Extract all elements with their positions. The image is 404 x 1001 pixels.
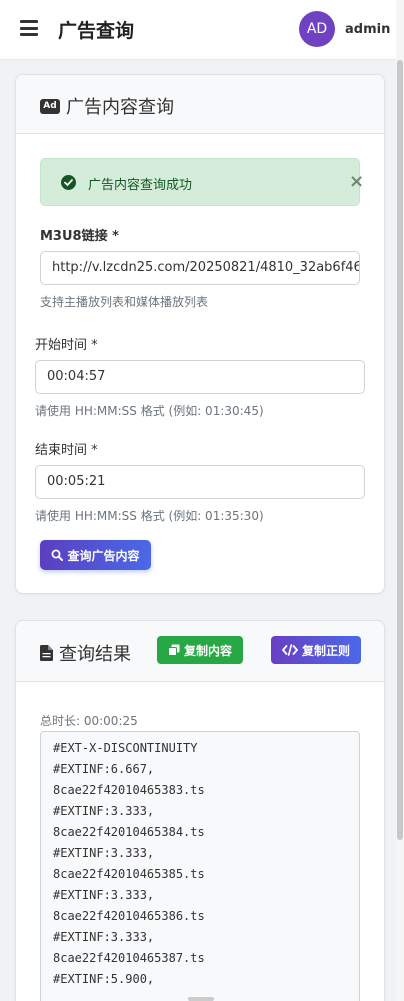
end-time-label: 结束时间 * — [35, 443, 98, 458]
start-time-hint: 请使用 HH:MM:SS 格式 (例如: 01:30:45) — [35, 404, 264, 418]
m3u8-label: M3U8链接 * — [40, 229, 119, 244]
total-duration: 总时长: 00:00:25 — [40, 714, 138, 728]
code-line: 8cae22f42010465387.ts — [53, 951, 205, 965]
result-code-box[interactable]: #EXT-X-DISCONTINUITY #EXTINF:6.667, 8cae… — [40, 731, 360, 1001]
start-time-label: 开始时间 * — [35, 338, 98, 353]
code-line: #EXTINF:3.333, — [53, 930, 155, 944]
copy-content-label: 复制内容 — [183, 643, 232, 658]
ad-icon: Ad — [40, 98, 60, 114]
code-line: #EXTINF:5.900, — [53, 972, 155, 986]
query-ad-button-label: 查询广告内容 — [67, 548, 140, 563]
top-bar: 广告查询 AD admin — [0, 0, 396, 60]
success-alert: 广告内容查询成功 × — [40, 158, 364, 206]
file-icon — [40, 645, 53, 661]
start-time-input[interactable]: 00:04:57 — [35, 360, 365, 394]
code-line: #EXTINF:6.667, — [53, 762, 155, 776]
alert-message: 广告内容查询成功 — [88, 178, 193, 193]
code-line: 8cae22f42010465384.ts — [53, 825, 205, 839]
code-line: #EXT-X-DISCONTINUITY — [53, 741, 198, 755]
m3u8-input[interactable]: http://v.lzcdn25.com/20250821/4810_32ab6… — [40, 251, 360, 285]
code-line: 8cae22f42010465386.ts — [53, 909, 205, 923]
code-line: #EXTINF:3.333, — [53, 888, 155, 902]
query-ad-button[interactable]: 查询广告内容 — [40, 540, 151, 570]
query-card-header: Ad 广告内容查询 — [16, 75, 384, 134]
avatar[interactable]: AD — [299, 11, 335, 47]
end-time-input[interactable]: 00:05:21 — [35, 465, 365, 499]
copy-regex-button[interactable]: 复制正则 — [271, 636, 361, 664]
result-card: 查询结果 复制内容 复制正则 总时长: 00:00:25 #EXT-X-DISC… — [15, 620, 385, 1001]
check-circle-icon — [61, 175, 76, 190]
result-card-header: 查询结果 复制内容 复制正则 — [16, 621, 384, 682]
username[interactable]: admin — [345, 22, 390, 37]
close-icon[interactable]: × — [349, 171, 364, 192]
copy-content-button[interactable]: 复制内容 — [157, 636, 243, 664]
query-card: Ad 广告内容查询 广告内容查询成功 × M3U8链接 * http://v.l… — [15, 74, 385, 594]
code-line: #EXTINF:3.333, — [53, 846, 155, 860]
code-line: 8cae22f42010465385.ts — [53, 867, 205, 881]
scrollbar[interactable] — [396, 0, 404, 1001]
end-time-hint: 请使用 HH:MM:SS 格式 (例如: 01:35:30) — [35, 509, 264, 523]
m3u8-hint: 支持主播放列表和媒体播放列表 — [40, 295, 209, 309]
copy-icon — [167, 644, 180, 656]
page-title: 广告查询 — [58, 20, 135, 42]
code-line: 8cae22f42010465383.ts — [53, 783, 205, 797]
menu-icon[interactable] — [20, 20, 38, 36]
query-card-title: 广告内容查询 — [66, 97, 174, 118]
search-icon — [51, 549, 64, 561]
bottom-handle — [188, 997, 214, 1001]
code-icon — [281, 644, 298, 656]
result-card-title: 查询结果 — [59, 644, 131, 665]
code-line: #EXTINF:3.333, — [53, 804, 155, 818]
copy-regex-label: 复制正则 — [301, 643, 350, 658]
scrollbar-thumb[interactable] — [397, 60, 403, 840]
